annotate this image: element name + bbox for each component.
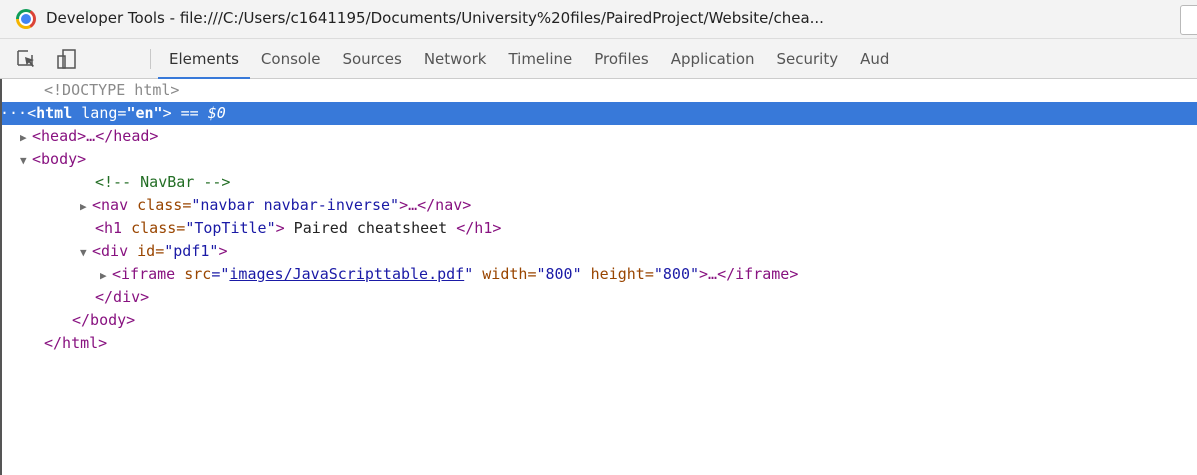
dom-node-comment[interactable]: <!-- NavBar --> — [0, 171, 1197, 194]
body-tag-open: <body> — [32, 150, 87, 168]
iframe-height-eq: = — [644, 265, 654, 283]
tab-console[interactable]: Console — [250, 39, 332, 79]
tab-application[interactable]: Application — [660, 39, 766, 79]
devtools-toolbar: Elements Console Sources Network Timelin… — [0, 39, 1197, 79]
expand-triangle-icon[interactable]: ▶ — [100, 264, 112, 287]
div-attr-value: "pdf1" — [164, 242, 219, 260]
dom-node-div[interactable]: ▼ <div id="pdf1"> — [0, 240, 1197, 263]
dom-node-html-close[interactable]: </html> — [0, 332, 1197, 355]
h1-tag-open: <h1 — [95, 219, 123, 237]
tab-timeline[interactable]: Timeline — [497, 39, 583, 79]
node-actions-icon[interactable]: ··· — [0, 104, 27, 122]
h1-attr-value: "TopTitle" — [185, 219, 276, 237]
device-mode-icon[interactable] — [55, 47, 79, 71]
inspect-element-icon[interactable] — [14, 47, 38, 71]
iframe-height-name: height — [581, 265, 645, 283]
doctype-text: <!DOCTYPE html> — [44, 81, 180, 99]
h1-text-content: Paired cheatsheet — [284, 219, 457, 237]
dom-node-head[interactable]: ▶ <head>…</head> — [0, 125, 1197, 148]
html-tag-name: html — [36, 104, 73, 122]
div-tag-close: </div> — [95, 288, 150, 306]
window-title-bar: Developer Tools - file:///C:/Users/c1641… — [0, 0, 1197, 39]
html-tag-close-line: </html> — [44, 334, 108, 352]
div-tag-open: <div — [92, 242, 129, 260]
dom-node-nav[interactable]: ▶ <nav class="navbar navbar-inverse">…</n… — [0, 194, 1197, 217]
dom-node-div-close[interactable]: </div> — [0, 286, 1197, 309]
iframe-height-value: "800" — [653, 265, 700, 283]
expand-triangle-icon[interactable]: ▶ — [80, 195, 92, 218]
tab-profiles[interactable]: Profiles — [583, 39, 659, 79]
panel-tabs: Elements Console Sources Network Timelin… — [158, 39, 900, 79]
window-left-border — [0, 79, 2, 475]
iframe-src-link[interactable]: images/JavaScripttable.pdf — [229, 265, 464, 283]
iframe-tag-end: >…</iframe> — [699, 265, 799, 283]
dom-node-h1[interactable]: <h1 class="TopTitle"> Paired cheatsheet … — [0, 217, 1197, 240]
iframe-tag-open: <iframe — [112, 265, 176, 283]
chrome-icon — [16, 9, 36, 29]
toolbar-separator — [150, 49, 151, 69]
tab-security[interactable]: Security — [766, 39, 850, 79]
selected-node-marker: == $0 — [171, 104, 226, 122]
window-title: Developer Tools - file:///C:/Users/c1641… — [46, 9, 824, 27]
dom-node-body-close[interactable]: </body> — [0, 309, 1197, 332]
tab-audits[interactable]: Aud — [849, 39, 900, 79]
h1-attr-name: class — [122, 219, 177, 237]
nav-attr-name: class — [128, 196, 183, 214]
body-tag-close: </body> — [72, 311, 136, 329]
dom-node-doctype[interactable]: <!DOCTYPE html> — [0, 79, 1197, 102]
head-tag: <head>…</head> — [32, 127, 159, 145]
iframe-width-value: "800" — [536, 265, 582, 283]
tab-sources[interactable]: Sources — [331, 39, 412, 79]
h1-tag-gt: > — [275, 219, 285, 237]
div-tag-gt: > — [218, 242, 228, 260]
html-attr-name: lang — [72, 104, 118, 122]
h1-tag-end: </h1> — [456, 219, 502, 237]
dom-node-body[interactable]: ▼ <body> — [0, 148, 1197, 171]
iframe-width-name: width — [473, 265, 528, 283]
iframe-src-eq: =" — [211, 265, 230, 283]
iframe-src-name: src — [175, 265, 212, 283]
html-tag-close: > — [162, 104, 172, 122]
expand-triangle-icon[interactable]: ▶ — [20, 126, 32, 149]
div-attr-name: id — [128, 242, 156, 260]
tab-elements[interactable]: Elements — [158, 39, 250, 79]
dom-node-html[interactable]: ···<html lang="en"> == $0 — [0, 102, 1197, 125]
html-tag-open: < — [27, 104, 37, 122]
collapse-triangle-icon[interactable]: ▼ — [80, 241, 92, 264]
html-attr-value: "en" — [126, 104, 163, 122]
navbar-comment: <!-- NavBar --> — [95, 173, 231, 191]
window-control-button[interactable] — [1180, 5, 1197, 35]
nav-attr-value: "navbar navbar-inverse" — [191, 196, 400, 214]
nav-attr-eq: = — [182, 196, 192, 214]
h1-attr-eq: = — [176, 219, 186, 237]
tab-network[interactable]: Network — [413, 39, 498, 79]
div-attr-eq: = — [155, 242, 165, 260]
nav-tag-end: >…</nav> — [399, 196, 472, 214]
dom-node-iframe[interactable]: ▶ <iframe src="images/JavaScripttable.pdf… — [0, 263, 1197, 286]
nav-tag-open: <nav — [92, 196, 129, 214]
dom-tree: <!DOCTYPE html> ···<html lang="en"> == $… — [0, 79, 1197, 355]
collapse-triangle-icon[interactable]: ▼ — [20, 149, 32, 172]
iframe-src-close: " — [464, 265, 474, 283]
